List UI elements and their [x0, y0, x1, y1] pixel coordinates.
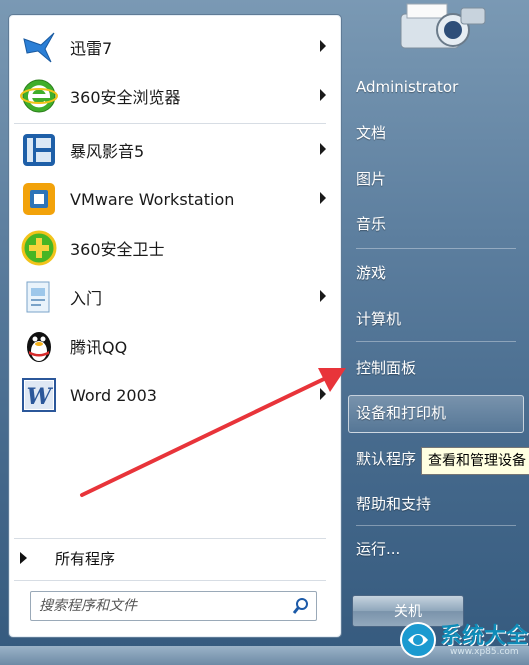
help-support-link[interactable]: 帮助和支持: [356, 488, 431, 518]
control-panel-link[interactable]: 控制面板: [356, 352, 416, 382]
right-item-label: 默认程序: [356, 449, 417, 468]
right-item-label: 计算机: [356, 309, 402, 328]
program-item-thunder[interactable]: 迅雷7: [18, 26, 328, 68]
right-item-label: 文档: [356, 123, 387, 142]
pictures-link[interactable]: 图片: [356, 163, 386, 193]
documents-link[interactable]: 文档: [356, 117, 386, 147]
user-picture-icon[interactable]: [395, 0, 491, 58]
program-label: Word 2003: [70, 385, 157, 405]
default-programs-link[interactable]: 默认程序: [356, 443, 416, 473]
program-item-getting-started[interactable]: 入门: [18, 276, 328, 318]
360-safeguard-icon: [18, 227, 60, 269]
qq-penguin-icon: [18, 325, 60, 367]
start-menu: 迅雷7 360安全浏览器 暴风影音5 VMware Workstation 36…: [0, 0, 529, 665]
program-label: 360安全浏览器: [70, 88, 181, 107]
program-label: 360安全卫士: [70, 240, 165, 259]
pinned-divider: [14, 123, 326, 124]
right-divider: [356, 341, 516, 342]
program-label: 迅雷7: [70, 39, 113, 58]
thunder-bird-icon: [18, 26, 60, 68]
word-icon: W: [18, 374, 60, 416]
right-item-label: 控制面板: [356, 358, 417, 377]
tooltip: 查看和管理设备: [421, 447, 529, 475]
search-input[interactable]: [37, 594, 286, 618]
program-item-vmware[interactable]: VMware Workstation: [18, 178, 328, 220]
svg-text:W: W: [27, 384, 54, 410]
search-box[interactable]: [30, 591, 317, 621]
user-folder-link[interactable]: Administrator: [356, 72, 458, 102]
program-label: 入门: [70, 289, 103, 308]
right-divider: [356, 248, 516, 249]
games-link[interactable]: 游戏: [356, 257, 386, 287]
right-item-label: 音乐: [356, 214, 387, 233]
vmware-icon: [18, 178, 60, 220]
program-item-360-safeguard[interactable]: 360安全卫士: [18, 227, 328, 269]
watermark-text: 系统大全: [440, 624, 529, 649]
submenu-arrow-icon[interactable]: [320, 290, 326, 302]
baofeng-player-icon: [18, 129, 60, 171]
submenu-arrow-icon[interactable]: [320, 89, 326, 101]
computer-link[interactable]: 计算机: [356, 303, 401, 333]
all-programs-label: 所有程序: [55, 549, 116, 568]
program-item-qq[interactable]: 腾讯QQ: [18, 325, 328, 367]
360-browser-icon: [18, 75, 60, 117]
getting-started-icon: [18, 276, 60, 318]
program-item-360-browser[interactable]: 360安全浏览器: [18, 75, 328, 117]
program-label: 腾讯QQ: [70, 338, 128, 357]
right-item-label: 设备和打印机: [356, 403, 447, 422]
run-link[interactable]: 运行...: [356, 533, 400, 563]
right-item-label: 游戏: [356, 263, 387, 282]
search-icon[interactable]: [292, 597, 310, 615]
program-item-baofeng[interactable]: 暴风影音5: [18, 129, 328, 171]
right-item-label: 运行...: [356, 539, 401, 558]
right-item-label: 帮助和支持: [356, 494, 432, 513]
expand-arrow-icon: [20, 552, 27, 564]
right-divider: [356, 525, 516, 526]
all-programs-divider: [14, 538, 326, 539]
search-divider: [14, 580, 326, 581]
all-programs-button[interactable]: 所有程序: [20, 543, 320, 573]
program-label: VMware Workstation: [70, 189, 235, 209]
program-label: 暴风影音5: [70, 142, 145, 161]
submenu-arrow-icon[interactable]: [320, 40, 326, 52]
music-link[interactable]: 音乐: [356, 208, 386, 238]
right-item-label: Administrator: [356, 78, 459, 96]
devices-printers-link[interactable]: 设备和打印机: [356, 397, 446, 427]
watermark: 系统大全 www.xp85.com: [396, 616, 529, 665]
submenu-arrow-icon[interactable]: [320, 143, 326, 155]
submenu-arrow-icon[interactable]: [320, 388, 326, 400]
right-item-label: 图片: [356, 169, 387, 188]
watermark-logo-icon: [400, 622, 436, 658]
program-item-word[interactable]: W Word 2003: [18, 374, 328, 416]
submenu-arrow-icon[interactable]: [320, 192, 326, 204]
watermark-url: www.xp85.com: [450, 647, 519, 657]
